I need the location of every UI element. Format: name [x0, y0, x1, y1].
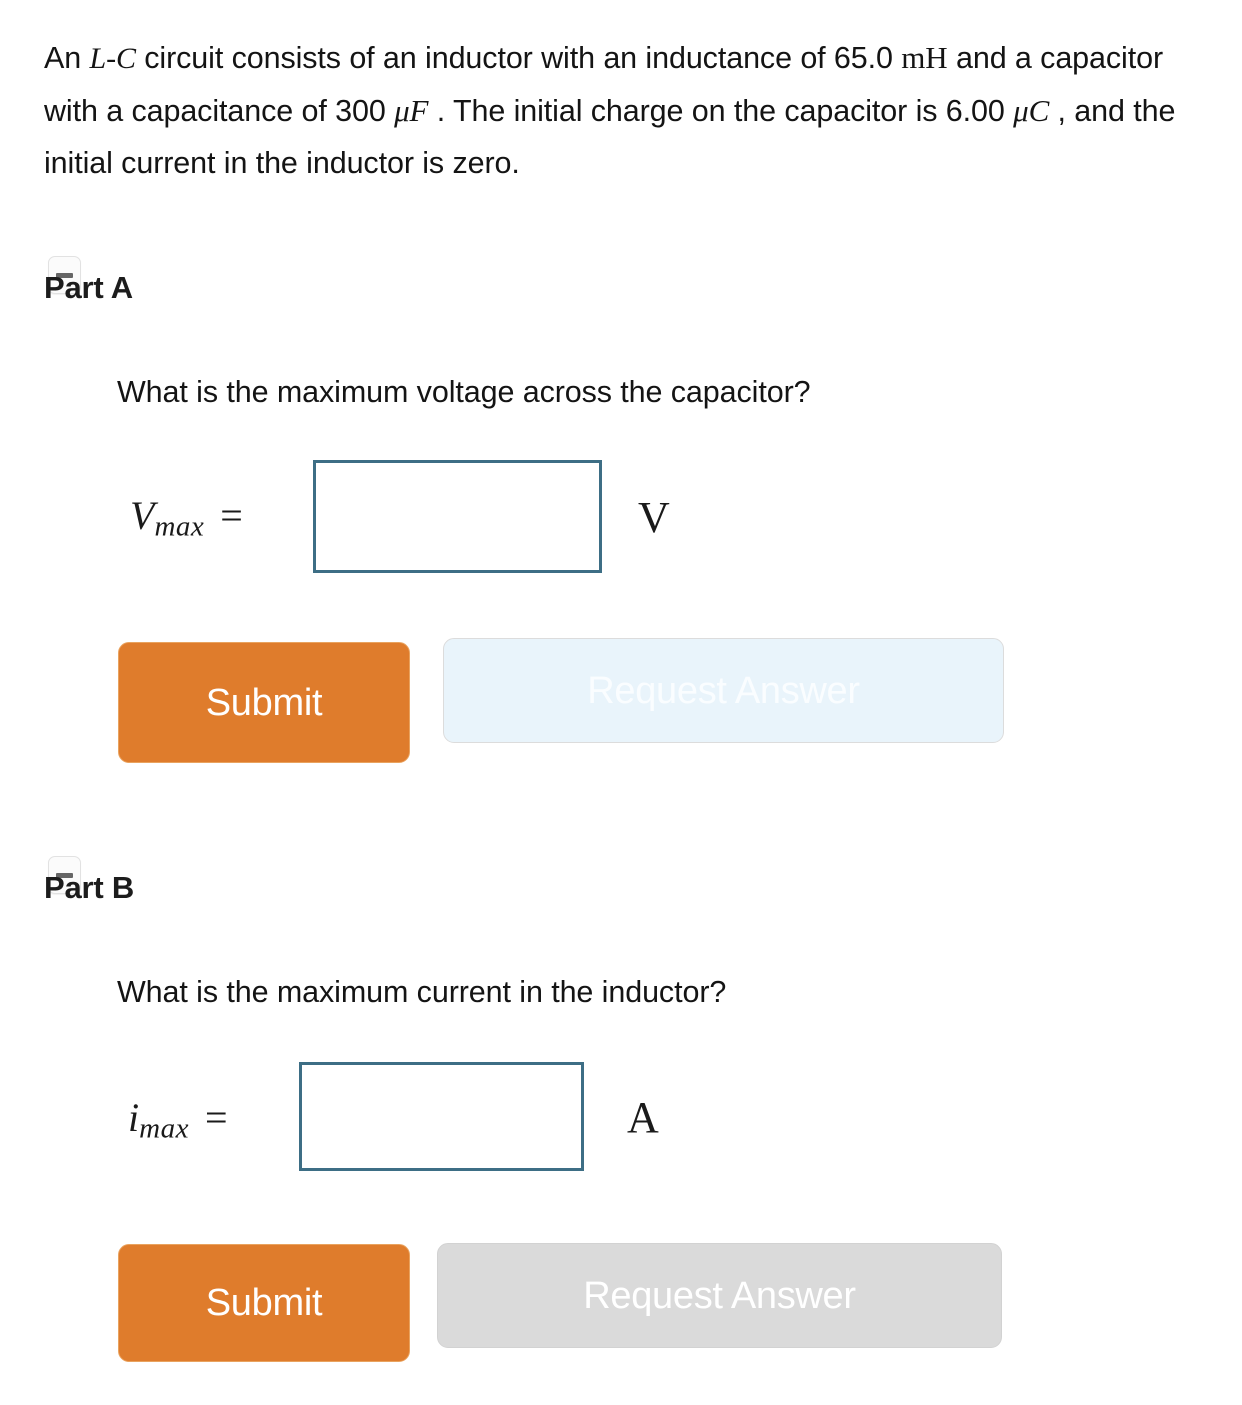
- part-a-variable-subscript: max: [154, 510, 205, 543]
- part-a-unit-volt: V: [638, 493, 670, 542]
- part-a-answer-label: Vmax =: [130, 492, 243, 543]
- part-b-answer-label: imax =: [128, 1094, 228, 1145]
- part-b-equals-sign: =: [204, 1095, 228, 1140]
- part-a-submit-button[interactable]: Submit: [118, 642, 410, 763]
- problem-statement: An L-C circuit consists of an inductor w…: [44, 32, 1204, 189]
- part-b-variable-subscript: max: [139, 1112, 189, 1145]
- part-b-variable: i: [128, 1095, 140, 1140]
- part-a-equals-sign: =: [220, 493, 243, 538]
- problem-text-segment-2: circuit consists of an inductor with an …: [135, 41, 902, 75]
- part-b-submit-button[interactable]: Submit: [118, 1244, 410, 1362]
- problem-unit-microfarad: μF: [394, 93, 429, 128]
- part-b-question: What is the maximum current in the induc…: [117, 975, 727, 1009]
- problem-symbol-lc: L-C: [89, 42, 136, 75]
- problem-unit-millihenry: mH: [901, 40, 948, 75]
- part-b-unit-ampere: A: [627, 1093, 659, 1142]
- part-b-title: Part B: [44, 870, 135, 905]
- part-a-request-answer-button: Request Answer: [443, 638, 1004, 743]
- problem-unit-microcoulomb: μC: [1013, 93, 1050, 128]
- problem-text-segment-4: . The initial charge on the capacitor is…: [428, 94, 1014, 128]
- part-a-question: What is the maximum voltage across the c…: [117, 375, 811, 409]
- part-b-request-answer-button[interactable]: Request Answer: [437, 1243, 1002, 1348]
- part-a-title: Part A: [44, 270, 133, 305]
- part-b-answer-input[interactable]: [299, 1062, 584, 1171]
- part-a-variable: V: [130, 493, 155, 538]
- problem-text-segment-1: An: [44, 41, 90, 75]
- part-a-answer-input[interactable]: [313, 460, 602, 573]
